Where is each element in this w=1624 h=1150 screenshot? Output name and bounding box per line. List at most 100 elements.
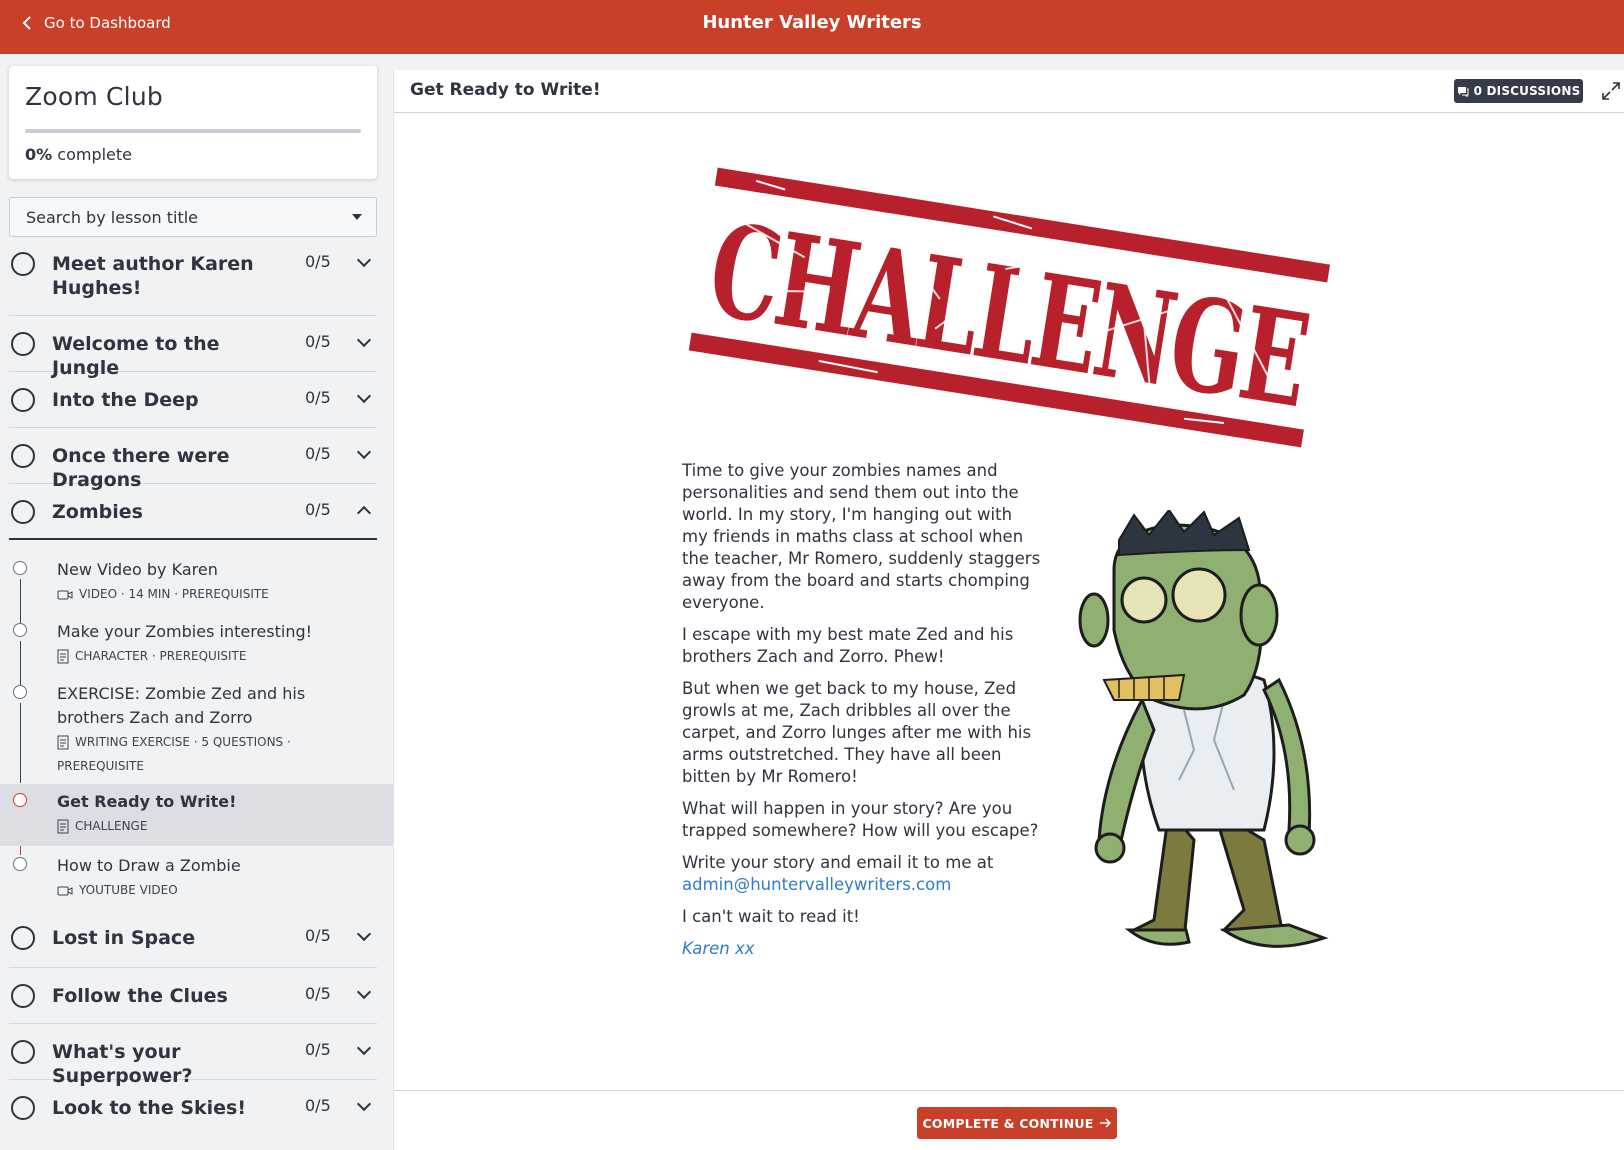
expand-icon[interactable]	[1601, 81, 1621, 101]
search-placeholder: Search by lesson title	[26, 207, 199, 227]
lesson-header-title: Get Ready to Write!	[410, 80, 601, 100]
lesson-title: How to Draw a Zombie	[57, 856, 241, 875]
lesson-status-dot-icon	[13, 561, 27, 575]
lesson-header: Get Ready to Write! 0 DISCUSSIONS	[394, 70, 1624, 113]
progress-value: 0%	[25, 145, 53, 164]
module-zombies[interactable]: Zombies 0/5	[9, 484, 377, 540]
module-count: 0/5	[305, 1040, 331, 1059]
lesson-item[interactable]: How to Draw a Zombie YOUTUBE VIDEO	[0, 846, 393, 908]
chat-icon	[1457, 86, 1469, 97]
lesson-meta-text: YOUTUBE VIDEO	[79, 883, 178, 897]
progress-bar	[25, 129, 361, 133]
chevron-down-icon[interactable]	[356, 984, 372, 1000]
lesson-meta-text: CHALLENGE	[75, 819, 148, 833]
module-superpower[interactable]: What's your Superpower? 0/5	[9, 1024, 377, 1087]
module-title: Into the Deep	[52, 389, 199, 411]
chevron-down-icon[interactable]	[356, 252, 372, 268]
chevron-up-icon[interactable]	[356, 505, 372, 521]
module-count: 0/5	[305, 500, 331, 519]
lesson-content-panel: Get Ready to Write! 0 DISCUSSIONS CHALLE…	[393, 70, 1624, 1150]
module-count: 0/5	[305, 388, 331, 407]
complete-continue-label: COMPLETE & CONTINUE	[922, 1115, 1094, 1131]
email-link[interactable]: admin@huntervalleywriters.com	[682, 875, 951, 894]
module-title: Zombies	[52, 501, 143, 523]
site-title: Hunter Valley Writers	[702, 12, 922, 33]
lesson-status-dot-icon	[13, 793, 27, 807]
document-icon	[57, 735, 69, 750]
course-title: Zoom Club	[25, 82, 163, 111]
lesson-title: EXERCISE: Zombie Zed and his brothers Za…	[57, 684, 306, 727]
lesson-title: Get Ready to Write!	[57, 792, 237, 811]
module-skies[interactable]: Look to the Skies! 0/5	[9, 1080, 377, 1150]
module-count: 0/5	[305, 984, 331, 1003]
progress-text: 0% complete	[25, 145, 361, 164]
signature: Karen xx	[682, 939, 755, 958]
lesson-item[interactable]: EXERCISE: Zombie Zed and his brothers Za…	[0, 674, 393, 784]
module-status-circle-icon	[11, 500, 35, 524]
lesson-meta-text: WRITING EXERCISE · 5 QUESTIONS · PREREQU…	[57, 735, 291, 773]
lesson-item[interactable]: Make your Zombies interesting! CHARACTER…	[0, 612, 393, 674]
chevron-down-icon[interactable]	[356, 388, 372, 404]
lesson-meta: WRITING EXERCISE · 5 QUESTIONS · PREREQU…	[57, 730, 307, 778]
module-title: Meet author Karen Hughes!	[52, 253, 254, 299]
paragraph: I escape with my best mate Zed and his b…	[682, 625, 1014, 666]
chevron-down-icon[interactable]	[356, 1040, 372, 1056]
email-paragraph: Write your story and email it to me at a…	[682, 852, 1042, 896]
discussions-label: 0 DISCUSSIONS	[1473, 84, 1581, 98]
lesson-meta-text: VIDEO · 14 MIN · PREREQUISITE	[79, 587, 269, 601]
module-count: 0/5	[305, 926, 331, 945]
module-meet-author[interactable]: Meet author Karen Hughes! 0/5	[9, 252, 377, 316]
lesson-status-dot-icon	[13, 857, 27, 871]
paragraph: What will happen in your story? Are you …	[682, 799, 1039, 840]
module-status-circle-icon	[11, 984, 35, 1008]
module-status-circle-icon	[11, 332, 35, 356]
document-icon	[57, 819, 69, 834]
chevron-down-icon[interactable]	[356, 1096, 372, 1112]
lesson-meta: VIDEO · 14 MIN · PREREQUISITE	[57, 582, 357, 606]
lesson-item-active[interactable]: Get Ready to Write! CHALLENGE	[0, 784, 393, 846]
chevron-down-icon[interactable]	[356, 332, 372, 348]
challenge-stamp-image: CHALLENGE	[688, 167, 1331, 448]
module-status-circle-icon	[11, 1040, 35, 1064]
paragraph: But when we get back to my house, Zed gr…	[682, 679, 1032, 786]
lesson-item[interactable]: New Video by Karen VIDEO · 14 MIN · PRER…	[0, 550, 393, 612]
module-count: 0/5	[305, 1096, 331, 1115]
module-lost-space[interactable]: Lost in Space 0/5	[9, 912, 377, 968]
course-progress-card: Zoom Club 0% complete	[9, 66, 377, 179]
discussions-button[interactable]: 0 DISCUSSIONS	[1454, 79, 1583, 103]
module-follow-clues[interactable]: Follow the Clues 0/5	[9, 968, 377, 1024]
lesson-title: Make your Zombies interesting!	[57, 622, 313, 641]
lesson-meta: CHALLENGE	[57, 814, 357, 838]
module-title: Look to the Skies!	[52, 1097, 247, 1119]
module-count: 0/5	[305, 444, 331, 463]
complete-continue-button[interactable]: COMPLETE & CONTINUE	[917, 1107, 1117, 1139]
video-icon	[57, 886, 73, 895]
module-status-circle-icon	[11, 388, 35, 412]
lesson-meta: CHARACTER · PREREQUISITE	[57, 644, 357, 668]
module-title: Follow the Clues	[52, 985, 228, 1007]
progress-suffix: complete	[57, 145, 132, 164]
module-status-circle-icon	[11, 926, 35, 950]
lesson-status-dot-icon	[13, 623, 27, 637]
module-into-deep[interactable]: Into the Deep 0/5	[9, 372, 377, 428]
module-count: 0/5	[305, 332, 331, 351]
chevron-down-icon[interactable]	[356, 444, 372, 460]
module-title: Lost in Space	[52, 927, 196, 949]
email-intro: Write your story and email it to me at	[682, 853, 994, 872]
arrow-right-icon	[1100, 1118, 1112, 1128]
lesson-footer: COMPLETE & CONTINUE	[394, 1090, 1624, 1150]
module-dragons[interactable]: Once there were Dragons 0/5	[9, 428, 377, 491]
top-bar: Go to Dashboard Hunter Valley Writers	[0, 0, 1624, 54]
lesson-body-text: Time to give your zombies names and pers…	[682, 460, 1042, 970]
lesson-status-dot-icon	[13, 685, 27, 699]
module-status-circle-icon	[11, 444, 35, 468]
module-welcome-jungle[interactable]: Welcome to the Jungle 0/5	[9, 316, 377, 379]
chevron-down-icon[interactable]	[356, 926, 372, 942]
video-icon	[57, 590, 73, 599]
caret-down-icon	[352, 214, 362, 220]
module-status-circle-icon	[11, 1096, 35, 1120]
lesson-meta-text: CHARACTER · PREREQUISITE	[75, 649, 247, 663]
lesson-search-dropdown[interactable]: Search by lesson title	[9, 197, 377, 237]
document-icon	[57, 649, 69, 664]
zombie-illustration	[1078, 510, 1329, 948]
